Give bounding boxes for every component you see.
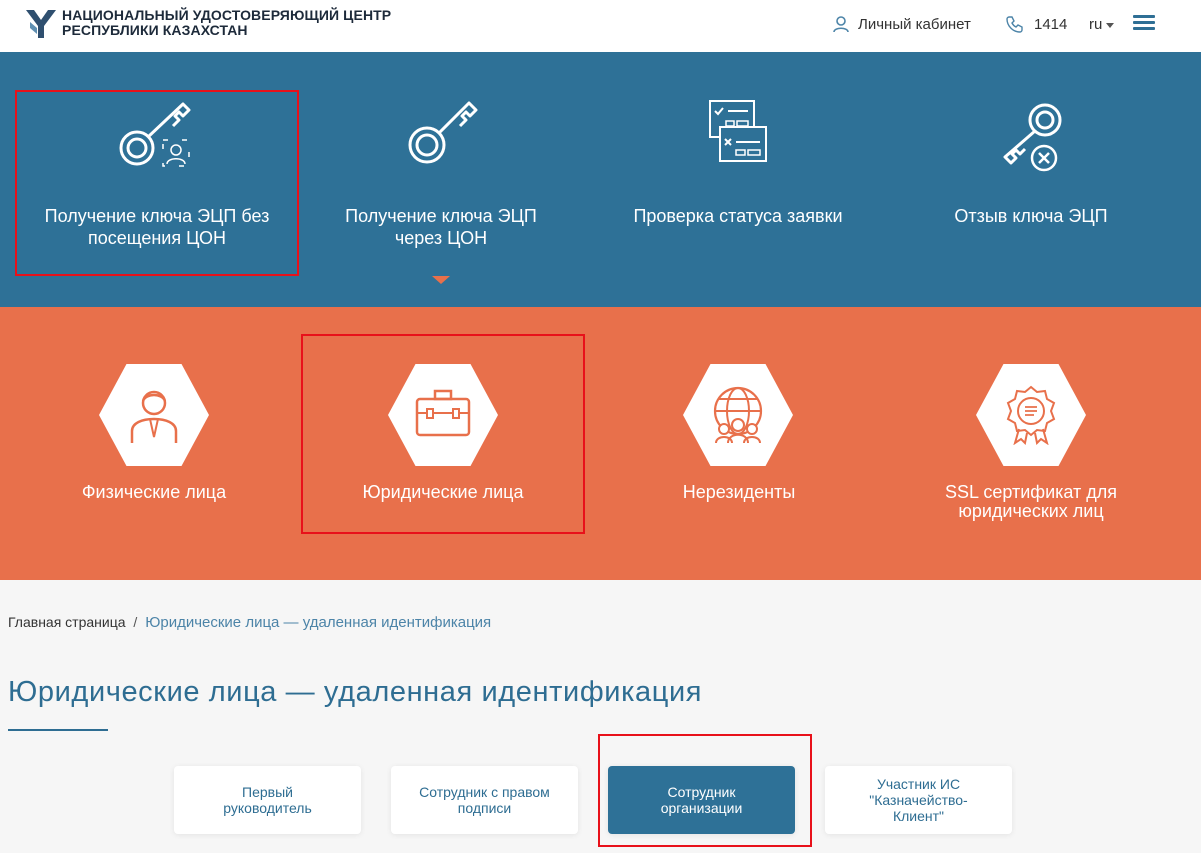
category-label-line-1: SSL сертификат для: [944, 482, 1118, 502]
key-face-icon: [119, 102, 191, 167]
option-treasury-client-participant[interactable]: Участник ИС "Казначейство- Клиент": [825, 766, 1012, 834]
active-service-pointer: [432, 276, 450, 284]
category-icon-badge: [683, 364, 793, 466]
title-underline: [8, 729, 108, 731]
breadcrumb-home-link[interactable]: Главная страница: [8, 614, 126, 630]
option-line-2: подписи: [457, 800, 512, 816]
option-line-2: организации: [660, 800, 743, 816]
category-legal-entities[interactable]: Юридические лица: [302, 307, 584, 580]
category-label-line-2: юридических лиц: [958, 501, 1104, 521]
key-revoke-icon: [1003, 103, 1062, 172]
option-first-manager[interactable]: Первый руководитель: [174, 766, 361, 834]
phone-number: 1414: [1034, 15, 1068, 33]
service-label-line-2: через ЦОН: [394, 228, 488, 248]
person-icon: [130, 390, 178, 443]
service-get-key-remote[interactable]: Получение ключа ЭЦП без посещения ЦОН: [15, 52, 299, 307]
breadcrumb-separator: /: [133, 614, 138, 630]
forms-check-icon: [709, 100, 767, 162]
globe-people-icon: [713, 386, 763, 444]
category-label-line-1: Юридические лица: [362, 482, 524, 502]
service-revoke-key[interactable]: Отзыв ключа ЭЦП: [893, 52, 1169, 307]
logo-line-1: НАЦИОНАЛЬНЫЙ УДОСТОВЕРЯЮЩИЙ ЦЕНТР: [62, 7, 392, 23]
category-icon-badge: [388, 364, 498, 466]
phone-icon: [1006, 16, 1023, 33]
option-signatory-employee[interactable]: Сотрудник с правом подписи: [391, 766, 578, 834]
certificate-icon: [1006, 385, 1056, 445]
option-line-2: руководитель: [223, 800, 312, 816]
logo-line-2: РЕСПУБЛИКИ КАЗАХСТАН: [62, 22, 248, 38]
category-label-line-1: Нерезиденты: [682, 482, 796, 502]
service-check-status[interactable]: Проверка статуса заявки: [583, 52, 893, 307]
chevron-down-icon: [1106, 22, 1115, 28]
option-line-1: Участник ИС: [876, 776, 961, 792]
key-icon: [408, 101, 478, 164]
category-icon-badge: [976, 364, 1086, 466]
option-line-2: "Казначейство-: [869, 792, 968, 808]
option-line-1: Сотрудник с правом: [419, 784, 550, 800]
user-icon: [833, 16, 849, 33]
category-ssl-certificate[interactable]: SSL сертификат для юридических лиц: [893, 307, 1169, 580]
breadcrumb-current: Юридические лица — удаленная идентификац…: [145, 614, 492, 631]
category-individuals[interactable]: Физические лица: [15, 307, 293, 580]
breadcrumb: Главная страница / Юридические лица — уд…: [8, 614, 491, 631]
category-nonresidents[interactable]: Нерезиденты: [594, 307, 884, 580]
service-get-key-con[interactable]: Получение ключа ЭЦП через ЦОН: [299, 52, 583, 307]
service-label-line-1: Получение ключа ЭЦП: [345, 206, 537, 226]
categories-band: Физические лица Юридические лица Нерезид…: [0, 307, 1201, 580]
site-header: НАЦИОНАЛЬНЫЙ УДОСТОВЕРЯЮЩИЙ ЦЕНТР РЕСПУБ…: [0, 0, 1201, 52]
services-band: Получение ключа ЭЦП без посещения ЦОН По…: [0, 52, 1201, 307]
language-current: ru: [1089, 15, 1103, 33]
category-icon-badge: [99, 364, 209, 466]
logo-title[interactable]: НАЦИОНАЛЬНЫЙ УДОСТОВЕРЯЮЩИЙ ЦЕНТР РЕСПУБ…: [62, 8, 391, 38]
page-title: Юридические лица — удаленная идентификац…: [8, 676, 703, 708]
option-organization-employee[interactable]: Сотрудник организации: [608, 766, 795, 834]
service-label-line-1: Отзыв ключа ЭЦП: [954, 206, 1108, 226]
service-label-line-1: Получение ключа ЭЦП без: [44, 206, 270, 226]
nuc-logo-icon[interactable]: [24, 6, 58, 40]
phone-link[interactable]: 1414: [1006, 14, 1067, 34]
cabinet-label: Личный кабинет: [858, 15, 971, 33]
language-select[interactable]: ru: [1089, 14, 1115, 34]
option-line-1: Сотрудник: [667, 784, 736, 800]
service-label-line-1: Проверка статуса заявки: [633, 206, 843, 226]
option-line-3: Клиент": [892, 808, 945, 824]
personal-cabinet-link[interactable]: Личный кабинет: [832, 14, 971, 34]
option-line-1: Первый: [242, 784, 293, 800]
service-label-line-2: посещения ЦОН: [87, 228, 227, 248]
briefcase-icon: [415, 389, 471, 437]
category-label-line-1: Физические лица: [81, 482, 227, 502]
hamburger-menu-icon[interactable]: [1133, 15, 1155, 31]
